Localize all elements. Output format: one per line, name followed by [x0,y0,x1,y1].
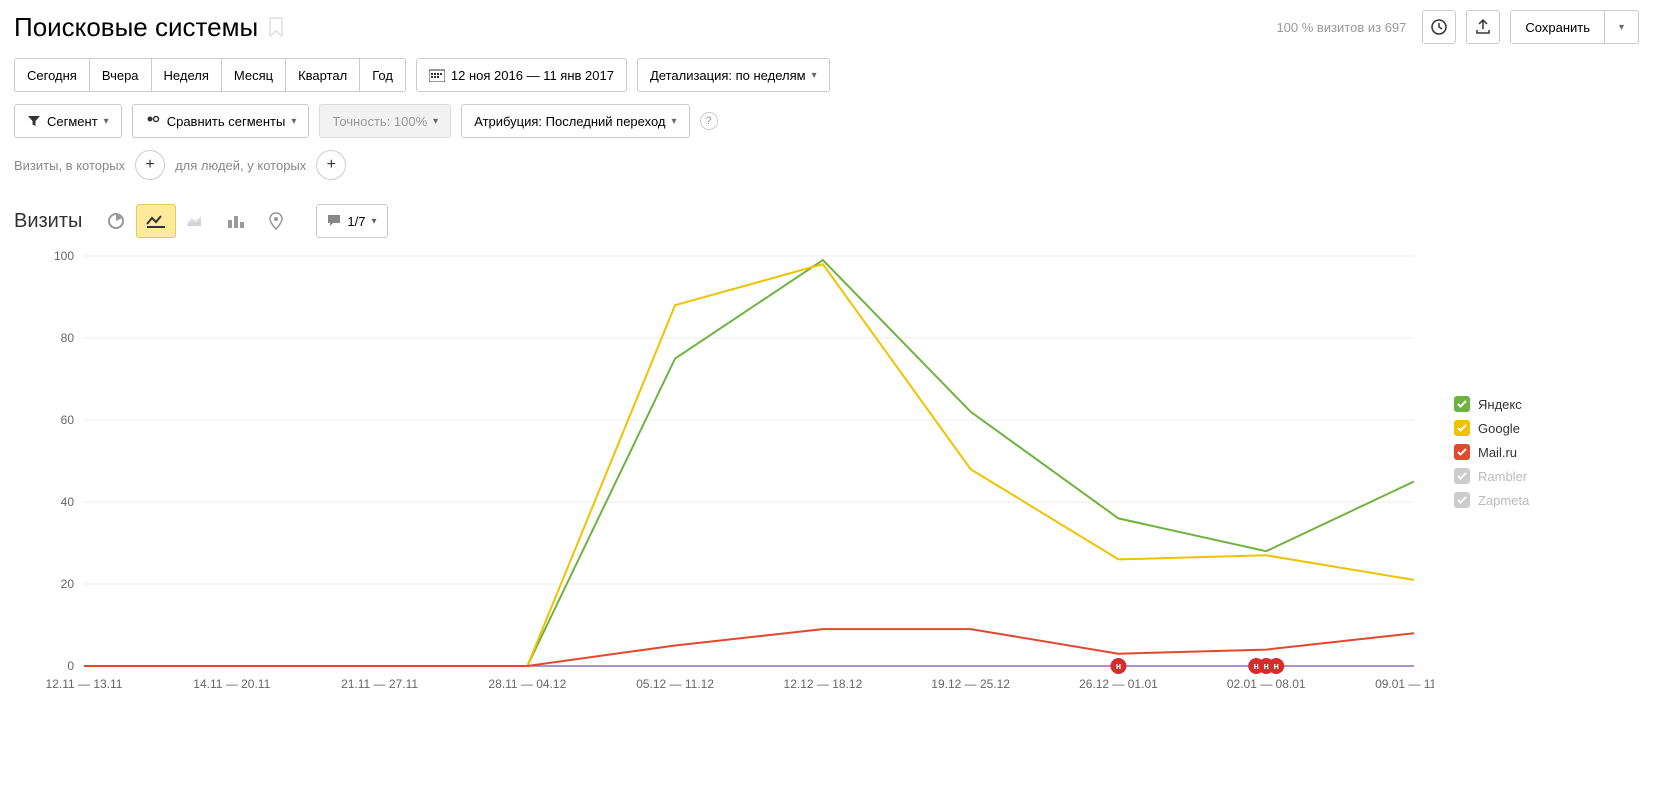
annotations-label: 1/7 [347,214,365,229]
detail-button[interactable]: Детализация: по неделям ▾ [637,58,830,92]
add-visit-filter-button[interactable]: + [135,150,165,180]
calendar-icon [429,68,445,82]
svg-text:60: 60 [61,413,75,427]
svg-text:н: н [1264,661,1269,671]
legend: Яндекс Google Mail.ru Rambler Zapmeta [1434,246,1529,516]
legend-checkbox-icon [1454,444,1470,460]
legend-label: Google [1478,421,1520,436]
legend-item-rambler[interactable]: Rambler [1454,468,1529,484]
chevron-down-icon: ▾ [291,116,296,127]
svg-text:н: н [1254,661,1259,671]
segment-label: Сегмент [47,114,98,129]
svg-text:80: 80 [61,331,75,345]
viz-bar-icon[interactable] [216,204,256,238]
visits-summary: 100 % визитов из 697 [1276,20,1406,35]
svg-text:19.12 — 25.12: 19.12 — 25.12 [931,677,1010,691]
svg-text:05.12 — 11.12: 05.12 — 11.12 [636,677,714,691]
legend-label: Rambler [1478,469,1527,484]
chevron-down-icon: ▾ [812,70,817,81]
export-button[interactable] [1466,10,1500,44]
legend-item-yandex[interactable]: Яндекс [1454,396,1529,412]
annotations-button[interactable]: 1/7 ▾ [316,204,387,238]
add-people-filter-button[interactable]: + [316,150,346,180]
svg-text:н: н [1274,661,1279,671]
viz-area-icon[interactable] [176,204,216,238]
period-quarter[interactable]: Квартал [285,58,359,92]
precision-button: Точность: 100% ▾ [319,104,451,138]
filter-visits-label: Визиты, в которых [14,158,125,173]
period-group: Сегодня Вчера Неделя Месяц Квартал Год [14,58,406,92]
svg-text:14.11 — 20.11: 14.11 — 20.11 [193,677,270,691]
viz-pie-icon[interactable] [96,204,136,238]
period-yesterday[interactable]: Вчера [89,58,151,92]
legend-label: Mail.ru [1478,445,1517,460]
page-title: Поисковые системы [14,12,258,43]
legend-label: Яндекс [1478,397,1522,412]
comment-icon [327,214,341,228]
chevron-down-icon: ▾ [104,116,109,127]
svg-text:100: 100 [54,249,74,263]
history-button[interactable] [1422,10,1456,44]
compare-label: Сравнить сегменты [167,114,286,129]
precision-label: Точность: 100% [332,114,427,129]
funnel-icon [27,114,41,128]
svg-text:28.11 — 04.12: 28.11 — 04.12 [488,677,566,691]
attribution-button[interactable]: Атрибуция: Последний переход ▾ [461,104,689,138]
chart[interactable]: 0 20 40 60 80 100 12.11 — 13.11 14.11 — 20.11 21… [14,246,1434,706]
date-range-button[interactable]: 12 ноя 2016 — 11 янв 2017 [416,58,627,92]
svg-text:20: 20 [61,577,75,591]
chevron-down-icon: ▾ [671,116,676,127]
legend-checkbox-icon [1454,396,1470,412]
chevron-down-icon: ▾ [1619,22,1624,33]
period-week[interactable]: Неделя [151,58,221,92]
compare-icon [145,114,161,128]
legend-item-mailru[interactable]: Mail.ru [1454,444,1529,460]
svg-text:21.11 — 27.11: 21.11 — 27.11 [341,677,418,691]
period-today[interactable]: Сегодня [14,58,89,92]
filter-people-label: для людей, у которых [175,158,306,173]
date-range-label: 12 ноя 2016 — 11 янв 2017 [451,68,614,83]
segment-button[interactable]: Сегмент ▾ [14,104,122,138]
period-month[interactable]: Месяц [221,58,285,92]
viz-title: Визиты [14,210,82,233]
svg-text:н: н [1116,661,1121,671]
chevron-down-icon: ▾ [371,216,376,227]
legend-checkbox-icon [1454,420,1470,436]
legend-item-zapmeta[interactable]: Zapmeta [1454,492,1529,508]
legend-checkbox-icon [1454,468,1470,484]
svg-text:09.01 — 11.01: 09.01 — 11.01 [1375,677,1434,691]
viz-line-icon[interactable] [136,204,176,238]
period-year[interactable]: Год [359,58,406,92]
svg-text:12.11 — 13.11: 12.11 — 13.11 [46,677,123,691]
svg-text:12.12 — 18.12: 12.12 — 18.12 [784,677,863,691]
chevron-down-icon: ▾ [433,116,438,127]
legend-checkbox-icon [1454,492,1470,508]
save-dropdown[interactable]: ▾ [1605,10,1639,44]
svg-text:26.12 — 01.01: 26.12 — 01.01 [1079,677,1158,691]
detail-label: Детализация: по неделям [650,68,806,83]
svg-text:40: 40 [61,495,75,509]
legend-item-google[interactable]: Google [1454,420,1529,436]
svg-text:02.01 — 08.01: 02.01 — 08.01 [1227,677,1306,691]
viz-map-icon[interactable] [256,204,296,238]
bookmark-icon[interactable] [268,17,284,37]
svg-text:0: 0 [67,659,74,673]
attribution-label: Атрибуция: Последний переход [474,114,665,129]
help-icon[interactable]: ? [700,112,718,130]
legend-label: Zapmeta [1478,493,1529,508]
compare-button[interactable]: Сравнить сегменты ▾ [132,104,310,138]
save-button[interactable]: Сохранить [1510,10,1605,44]
